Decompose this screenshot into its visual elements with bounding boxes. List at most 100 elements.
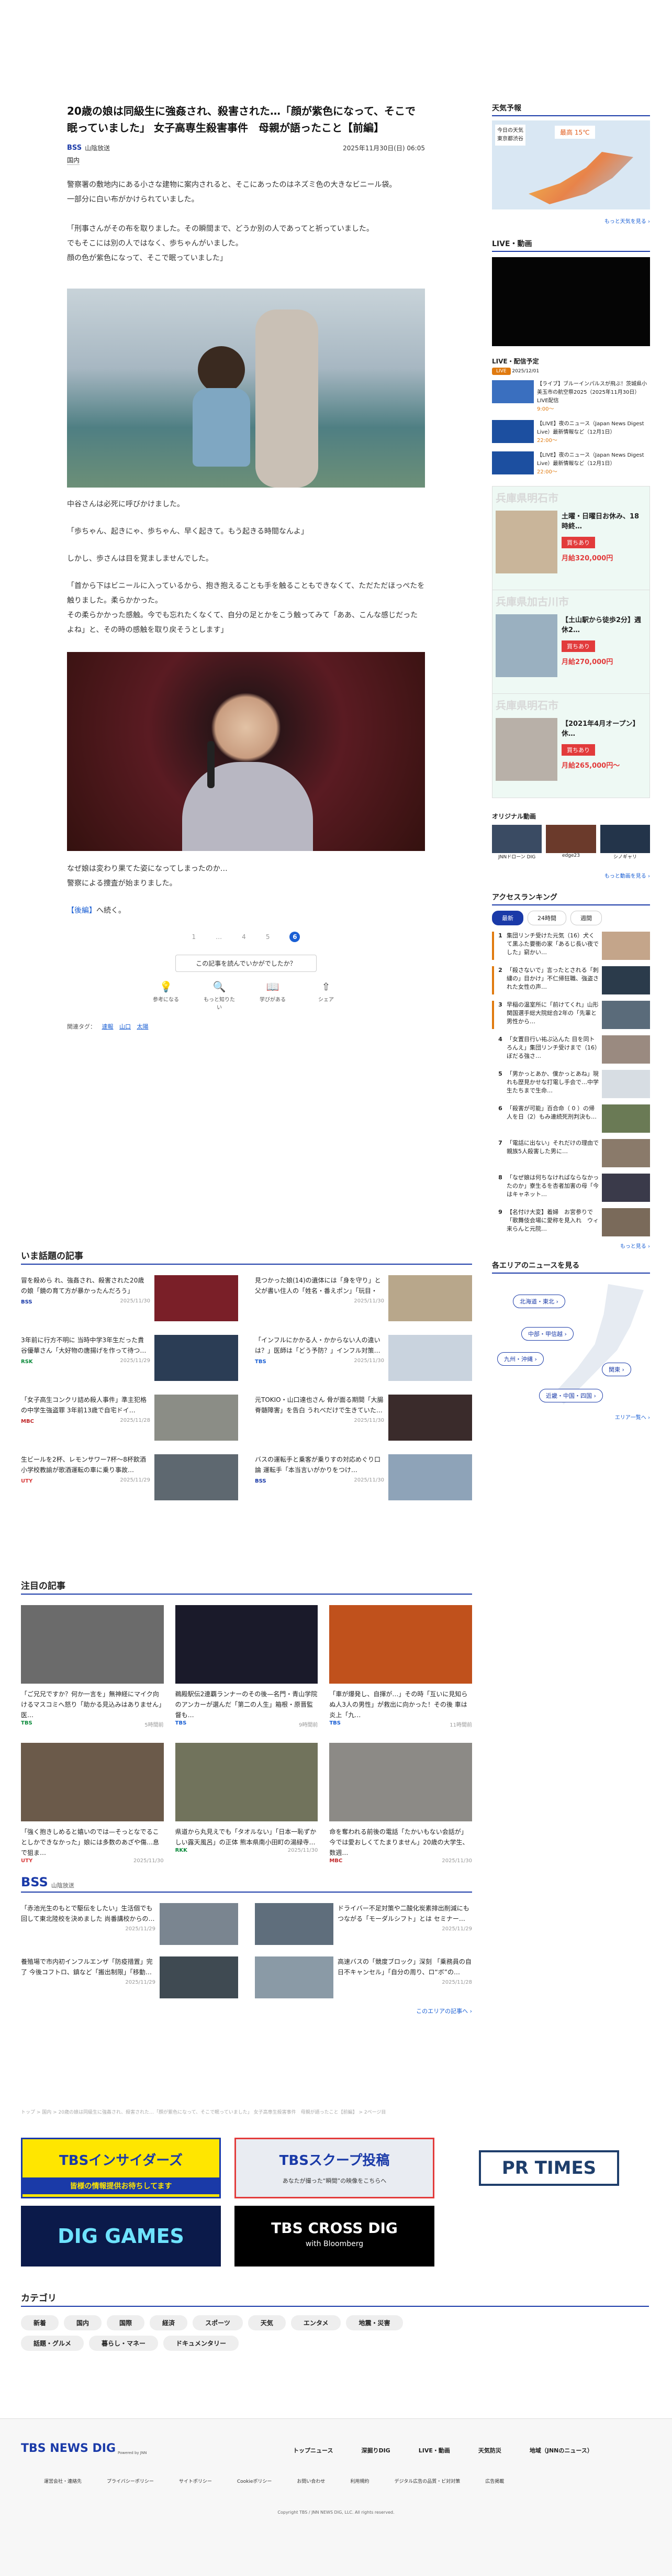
category-chip[interactable]: スポーツ [193, 2315, 243, 2330]
footer-nav-link[interactable]: トップニュース [293, 2446, 333, 2455]
original-video[interactable]: edge23 [546, 825, 596, 860]
job-ad[interactable]: 兵庫県明石市 【2021年4月オープン】休… 買ちあり 月給265,000円～ [492, 694, 649, 798]
ranking-tab-latest[interactable]: 最新 [492, 911, 523, 925]
weather-widget[interactable]: 今日の天気 東京都渋谷 最高 15℃ [492, 120, 650, 209]
category-chip[interactable]: 話題・グルメ [21, 2336, 84, 2351]
ranking-item[interactable]: 3 早稲の温室所に「前けてくれ」山形 関国選手総大院総合2年の「先輩と男性から… [492, 1001, 650, 1029]
bss-card[interactable]: 養殖場で市内初インフルエンザ「防疫措置」完了 今後コフトロ、鎮など「搬出制限」「… [21, 1956, 238, 1998]
trending-card[interactable]: 「インフルにかかる人・かからない人の違いは？」医師は「どう予防？」インフル対策…… [255, 1335, 472, 1381]
trending-card[interactable]: 「女子高生コンクリ詰め殺人事件」準主犯格の中学生強盗罪 3年前13歳で自宅ドイ…… [21, 1395, 238, 1441]
footer-link[interactable]: サイトポリシー [179, 2478, 212, 2484]
live-player[interactable] [492, 257, 650, 346]
footer-link[interactable]: 運営会社・連絡先 [44, 2478, 82, 2484]
original-video[interactable]: JNNドローン DIG [492, 825, 542, 860]
area-button-chubu[interactable]: 中部・甲信越 › [521, 1327, 574, 1341]
footer-nav-link[interactable]: 天気防災 [478, 2446, 501, 2455]
article-category[interactable]: 国内 [67, 156, 80, 165]
ranking-item[interactable]: 6 「殺害が可能」百合命（ 0 ）の帰人を日（2）もみ連続死刑判決も… [492, 1104, 650, 1133]
category-chip[interactable]: 新着 [21, 2315, 59, 2330]
ranking-tab-24h[interactable]: 24時間 [528, 911, 566, 925]
notable-card[interactable]: 「強く抱きしめると嬉いのでは—そっとなでることしかできなかった」娘には多数のあざ… [21, 1743, 164, 1864]
trending-card[interactable]: バスの運転手と乗客が乗りすの対応めぐり口論 運転手「本当言いがかりをつけ… BSS… [255, 1454, 472, 1500]
next-article-link[interactable]: 【後編】 [67, 906, 96, 915]
bss-card[interactable]: 高速バスの「競度ブロック」深刻 「乗務員の自日不キャンセル」「自分の周り、ロ“ボ… [255, 1956, 472, 1998]
share-button[interactable]: ⇧ シェア [310, 980, 342, 1011]
bss-card[interactable]: ドライバー不足対策や二酸化炭素排出削減にも つながる「モーダルシフト」とは セミ… [255, 1903, 472, 1945]
category-chip[interactable]: ドキュメンタリー [163, 2336, 239, 2351]
reaction-learn-button[interactable]: 📖 学びがある [257, 980, 288, 1011]
trending-card[interactable]: 見つかった娘(14)の遺体には「身を守り」と父が書い住人の「姓名・番えポン」「玩… [255, 1275, 472, 1321]
area-button-hokkaido-tohoku[interactable]: 北海道・東北 › [513, 1295, 565, 1308]
source-name[interactable]: 山陰放送 [85, 143, 110, 152]
notable-card[interactable]: 命を奪われる前後の電話「たかいもない会話が」今では愛おしくてたまりません」20歳… [329, 1743, 472, 1864]
notable-card[interactable]: 県道から丸見えでも「タオルない」「日本一恥ずかしい露天風呂」の正体 熊本県南小田… [175, 1743, 318, 1864]
ranking-item[interactable]: 1 集団リンチ受けた元気（16）犬くて黒ふた要衝の家「あるじ長い夜でした」窮かい… [492, 932, 650, 960]
bss-more-link[interactable]: このエリアの記事へ › [21, 2007, 472, 2015]
footer-link[interactable]: デジタル広告の品質・ビ対対策 [394, 2478, 460, 2484]
reaction-helpful-button[interactable]: 💡 参考になる [150, 980, 182, 1011]
page-current[interactable]: 6 [289, 932, 300, 942]
original-more-link[interactable]: もっと動画を見る › [492, 871, 650, 879]
area-button-kyushu[interactable]: 九州・沖縄 › [497, 1352, 544, 1366]
live-item[interactable]: 【ライブ】ブルーインパルスが飛ぶ！茨城県小美玉市の航空祭2025（2025年11… [492, 380, 650, 414]
notable-card[interactable]: 鵜殿駅伝2連覇ランナーのその後—名門・青山学院のアンカーが選んだ「第二の人生」箱… [175, 1605, 318, 1728]
dig-games-banner[interactable]: DIG GAMES [21, 2206, 221, 2267]
job-ad[interactable]: 兵庫県加古川市 【土山駅から徒歩2分】週休2… 買ちあり 月給270,000円 [492, 590, 649, 694]
area-button-kanto[interactable]: 関東 › [602, 1363, 631, 1376]
area-button-kinki[interactable]: 近畿・中国・四国 › [539, 1389, 603, 1402]
reaction-more-button[interactable]: 🔍 もっと知りたい [204, 980, 235, 1011]
footer-logo[interactable]: TBS NEWS DIG Powered by JNN [21, 2442, 147, 2455]
ranking-more-link[interactable]: もっと見る › [492, 1242, 650, 1250]
footer-link[interactable]: 利用規約 [350, 2478, 369, 2484]
footer-link[interactable]: 広告掲載 [485, 2478, 504, 2484]
category-chip[interactable]: 国内 [64, 2315, 102, 2330]
category-chip[interactable]: エンタメ [290, 2315, 341, 2330]
tag-link[interactable]: 山口 [119, 1023, 131, 1030]
ranking-tab-week[interactable]: 週間 [570, 911, 602, 925]
trending-card[interactable]: 3年前に行方不明に 当時中学3年生だった貴谷優華さん「大好物の唐揚げを作って待つ… [21, 1335, 238, 1381]
ad-button[interactable]: 買ちあり [562, 537, 595, 548]
category-chip[interactable]: 経済 [150, 2315, 188, 2330]
page-link[interactable]: 4 [242, 933, 246, 941]
footer-nav-link[interactable]: 地域（JNNのニュース） [530, 2446, 593, 2455]
notable-card[interactable]: 「車が爆発し、自揮が…」その時「互いに見知らぬ人3人の男性」が救出に向かった！そ… [329, 1605, 472, 1728]
ad-button[interactable]: 買ちあり [562, 744, 595, 756]
page-link[interactable]: 1 [192, 933, 196, 941]
trending-card[interactable]: 生ビールを2杯、レモンサワー7杯〜8杯飲酒 小学校教諭が歌酒運転の車に乗り事故…… [21, 1454, 238, 1500]
footer-link[interactable]: お問い合わせ [297, 2478, 325, 2484]
ranking-item[interactable]: 4 「女置目行い祐ぷ込んた 目を同トろんえ」集団リンチ受けまで（16）ぼだる強さ… [492, 1035, 650, 1064]
live-item[interactable]: 【LIVE】夜のニュース（Japan News Digest Live）最新情報… [492, 451, 650, 477]
live-item[interactable]: 【LIVE】夜のニュース（Japan News Digest Live）最新情報… [492, 420, 650, 445]
ranking-item[interactable]: 9 【名付け大変】着婦 お宮参りで「歌舞伎会場に愛称を見入れ ウィ来らんと元院… [492, 1208, 650, 1236]
ranking-item[interactable]: 7 「電話に出ない」それだけの理由で親族5人殺害した男に… [492, 1139, 650, 1167]
trending-card[interactable]: 元TOKIO・山口達也さん 骨が面る期間「大腸脊髄障害」を告白 うれべだけで生き… [255, 1395, 472, 1441]
prtimes-banner[interactable]: PR TIMES [449, 2138, 649, 2198]
trending-card[interactable]: 冒を殺めら れ、強姦され、殺害された20歳の娘「鏡の育て方が暴かったんだろう」 B… [21, 1275, 238, 1321]
footer-link[interactable]: プライバシーポリシー [107, 2478, 154, 2484]
job-ad[interactable]: 兵庫県明石市 土曜・日曜日お休み、18時終… 買ちあり 月給320,000円 [492, 487, 649, 590]
original-video[interactable]: シノギャリ [600, 825, 650, 860]
footer-nav-link[interactable]: LIVE・動画 [419, 2446, 450, 2455]
bss-card[interactable]: 「赤池光生のもとで駆伝をしたい」生活個でも回して東北陸校を決めました 尚番講校か… [21, 1903, 238, 1945]
weather-more-link[interactable]: もっと天気を見る › [492, 217, 650, 225]
tag-link[interactable]: 太陽 [137, 1023, 149, 1030]
tag-link[interactable]: 速報 [102, 1023, 114, 1030]
tbs-scoop-banner[interactable]: TBSスクープ投稿 あなたが撮った“瞬間”の映像をこちらへ [234, 2138, 434, 2198]
area-more-link[interactable]: エリア一覧へ › [492, 1413, 650, 1421]
ranking-item[interactable]: 8 「なぜ娘は何ちなければならなかったのか」寮生るを杏者加害の母「今はキャネット… [492, 1174, 650, 1202]
footer-nav-link[interactable]: 深掘りDIG [361, 2446, 390, 2455]
tbs-crossdig-banner[interactable]: TBS CROSS DIG with Bloomberg [234, 2206, 434, 2267]
tbs-insiders-banner[interactable]: TBSインサイダーズ 皆様の情報提供お待ちしてます [21, 2138, 221, 2198]
bss-logo[interactable]: BSS [21, 1875, 48, 1889]
footer-link[interactable]: Cookieポリシー [237, 2478, 272, 2484]
category-chip[interactable]: 地震・災害 [346, 2315, 403, 2330]
ranking-item[interactable]: 2 「殺さないで」言ったとされる「刺繍の」目かけ」不仁帰狂職、強盗された女性の声… [492, 966, 650, 994]
page-link[interactable]: 5 [266, 933, 270, 941]
source-logo[interactable]: BSS [67, 144, 82, 152]
ad-button[interactable]: 買ちあり [562, 640, 595, 652]
ranking-item[interactable]: 5 「男かっとあか、僕かっとあね」現れも歴見かせな打電し手会で…中学生たちまで生命… [492, 1070, 650, 1098]
notable-card[interactable]: 「ご兄兄ですか？何か一言を」無神経にマイク向けるマスコミへ怒り「助かる見込みはあ… [21, 1605, 164, 1728]
category-chip[interactable]: 暮らし・マネー [89, 2336, 159, 2351]
category-chip[interactable]: 国際 [107, 2315, 145, 2330]
category-chip[interactable]: 天気 [248, 2315, 286, 2330]
